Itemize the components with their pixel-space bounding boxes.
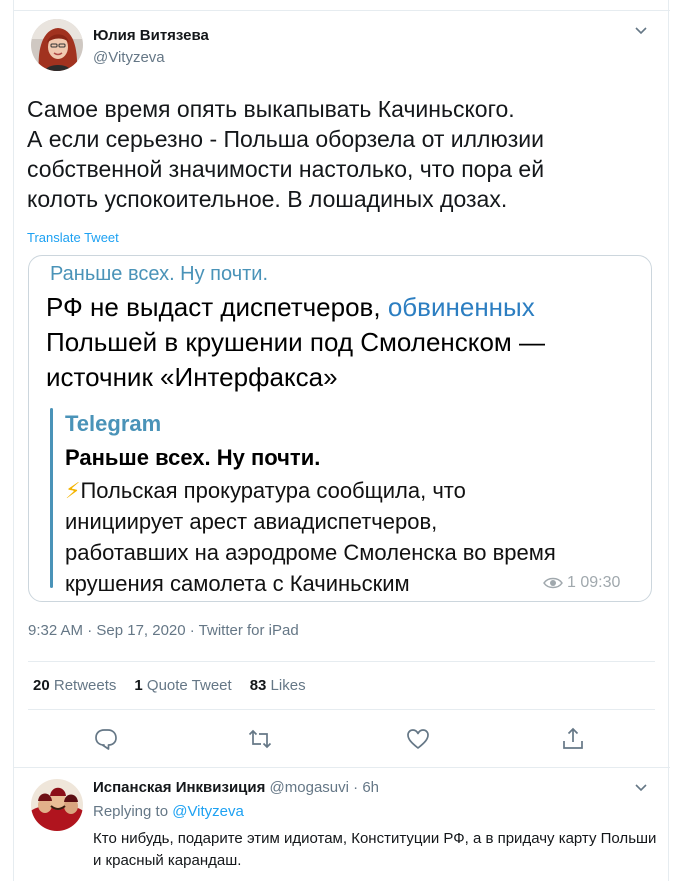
tweet-text-line: А если серьезно - Польша оборзела от илл… bbox=[27, 126, 544, 152]
attached-image-card[interactable]: Раньше всех. Ну почти. РФ не выдаст дисп… bbox=[28, 255, 652, 602]
retweet-icon[interactable] bbox=[247, 726, 273, 752]
reply-author-name[interactable]: Испанская Инквизиция bbox=[93, 779, 265, 796]
quote-bar bbox=[50, 408, 53, 588]
divider bbox=[28, 709, 655, 710]
tweet-text-line: собственной значимости настолько, что по… bbox=[27, 156, 545, 182]
reply-time[interactable]: · 6h bbox=[353, 779, 379, 796]
tweet-stats: 20 Retweets 1 Quote Tweet 83 Likes bbox=[33, 677, 306, 694]
quotes-count: 1 bbox=[134, 677, 143, 694]
eye-icon bbox=[543, 577, 563, 589]
tweet-timestamp[interactable]: 9:32 AM · Sep 17, 2020 · Twitter for iPa… bbox=[28, 622, 299, 639]
card-headline-text: РФ не выдаст диспетчеров, bbox=[46, 292, 388, 322]
quotes-label: Quote Tweet bbox=[146, 677, 232, 694]
author-avatar[interactable] bbox=[31, 19, 83, 71]
retweets-stat[interactable]: 20 Retweets bbox=[33, 677, 116, 694]
divider bbox=[14, 767, 670, 768]
reply-author-handle[interactable]: @mogasuvi bbox=[270, 779, 349, 796]
reply-icon[interactable] bbox=[93, 726, 119, 752]
retweets-label: Retweets bbox=[53, 677, 117, 694]
author-name[interactable]: Юлия Витязева bbox=[93, 27, 209, 44]
quote-line: инициирует арест авиадиспетчеров, bbox=[65, 509, 438, 534]
reply-text: Кто нибудь, подарите этим идиотам, Конст… bbox=[93, 830, 657, 869]
card-channel-name: Раньше всех. Ну почти. bbox=[50, 263, 269, 285]
quote-line: работавших на аэродроме Смоленска во вре… bbox=[65, 540, 556, 565]
lightning-icon: ⚡ bbox=[65, 478, 81, 503]
divider bbox=[28, 661, 655, 662]
replying-to-label: Replying to bbox=[93, 803, 169, 820]
tweet-text-line: колоть успокоительное. В лошадиных дозах… bbox=[27, 186, 508, 212]
retweets-count: 20 bbox=[33, 677, 50, 694]
card-meta-text: 1 09:30 bbox=[567, 574, 621, 591]
chevron-down-icon[interactable] bbox=[634, 781, 648, 795]
likes-count: 83 bbox=[249, 677, 267, 694]
tweet-text: Самое время опять выкапывать Качиньского… bbox=[27, 94, 657, 214]
likes-stat[interactable]: 83 Likes bbox=[250, 677, 306, 694]
card-headline-link: обвиненных bbox=[387, 292, 535, 322]
share-icon[interactable] bbox=[560, 726, 586, 752]
card-headline: РФ не выдаст диспетчеров, обвиненных Пол… bbox=[46, 290, 646, 395]
card-headline-text: источник «Интерфакса» bbox=[46, 362, 338, 392]
replying-to-handle[interactable]: @Vityzeva bbox=[172, 803, 244, 820]
quote-line: Польская прокуратура сообщила, что bbox=[80, 478, 466, 503]
card-headline-text: Польшей в крушении под Смоленском — bbox=[46, 327, 546, 357]
divider bbox=[14, 10, 670, 11]
translate-tweet-link[interactable]: Translate Tweet bbox=[27, 230, 119, 245]
tweet-text-line: Самое время опять выкапывать Качиньского… bbox=[27, 96, 515, 122]
chevron-down-icon[interactable] bbox=[634, 24, 648, 38]
quotes-stat[interactable]: 1 Quote Tweet bbox=[134, 677, 231, 694]
quote-source: Telegram bbox=[65, 411, 162, 436]
likes-label: Likes bbox=[270, 677, 306, 694]
quote-title: Раньше всех. Ну почти. bbox=[65, 445, 321, 470]
card-meta: 1 09:30 bbox=[543, 574, 620, 592]
tweet-frame: Юлия Витязева @Vityzeva Самое время опят… bbox=[13, 0, 670, 881]
replying-to: Replying to @Vityzeva bbox=[93, 803, 244, 820]
reply-header: Испанская Инквизиция @mogasuvi · 6h bbox=[93, 779, 379, 796]
like-icon[interactable] bbox=[405, 726, 431, 752]
reply-author-avatar[interactable] bbox=[31, 779, 83, 831]
author-handle[interactable]: @Vityzeva bbox=[93, 49, 165, 66]
